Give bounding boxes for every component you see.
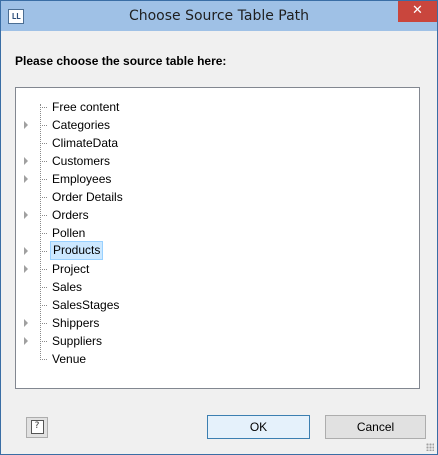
instruction-label: Please choose the source table here: xyxy=(15,54,227,68)
tree-item[interactable]: Sales xyxy=(16,278,419,296)
tree-connector xyxy=(40,179,47,180)
tree-item[interactable]: Venue xyxy=(16,350,419,368)
tree-connector xyxy=(40,161,47,162)
resize-grip-icon[interactable] xyxy=(426,443,434,451)
tree-item-label: Suppliers xyxy=(52,334,103,348)
ok-button[interactable]: OK xyxy=(207,415,310,439)
tree-item[interactable]: Customers xyxy=(16,152,419,170)
tree-connector xyxy=(40,269,47,270)
tree-item-label: Employees xyxy=(52,172,112,186)
tree-item-label: Project xyxy=(52,262,90,276)
dialog-title: Choose Source Table Path xyxy=(128,8,310,24)
tree-item[interactable]: Orders xyxy=(16,206,419,224)
expand-arrow-icon[interactable] xyxy=(24,337,28,345)
tree-item-label: Categories xyxy=(52,118,111,132)
tree-item[interactable]: Categories xyxy=(16,116,419,134)
tree-item-label: Customers xyxy=(52,154,111,168)
tree-connector xyxy=(40,305,47,306)
tree-item-label: Sales xyxy=(52,280,83,294)
tree-item[interactable]: Suppliers xyxy=(16,332,419,350)
tree-connector xyxy=(40,233,47,234)
tree-item[interactable]: Products xyxy=(16,241,419,260)
close-button[interactable]: ✕ xyxy=(398,1,437,22)
tree-item[interactable]: ClimateData xyxy=(16,134,419,152)
tree-item[interactable]: Employees xyxy=(16,170,419,188)
title-bar[interactable]: LL Choose Source Table Path ✕ xyxy=(1,1,437,31)
dialog-window: LL Choose Source Table Path ✕ Please cho… xyxy=(0,0,438,455)
tree-item[interactable]: SalesStages xyxy=(16,296,419,314)
tree-connector xyxy=(40,341,47,342)
tree-item[interactable]: Pollen xyxy=(16,224,419,242)
tree-item-label: Shippers xyxy=(52,316,100,330)
tree-connector xyxy=(40,323,47,324)
tree-connector xyxy=(40,287,47,288)
table-tree[interactable]: Free content Categories ClimateData Custome… xyxy=(15,87,420,389)
expand-arrow-icon[interactable] xyxy=(24,175,28,183)
tree-item[interactable]: Free content xyxy=(16,98,419,116)
expand-arrow-icon[interactable] xyxy=(24,319,28,327)
tree-connector xyxy=(40,359,47,360)
help-icon: ? xyxy=(30,420,44,434)
expand-arrow-icon[interactable] xyxy=(24,265,28,273)
tree-connector xyxy=(40,107,47,108)
tree-item-label: Venue xyxy=(52,352,87,366)
tree-connector xyxy=(40,215,47,216)
tree-item[interactable]: Shippers xyxy=(16,314,419,332)
help-button[interactable]: ? xyxy=(26,417,48,438)
tree-item-label: Products xyxy=(50,241,104,260)
tree-item[interactable]: Project xyxy=(16,260,419,278)
expand-arrow-icon[interactable] xyxy=(24,157,28,165)
expand-arrow-icon[interactable] xyxy=(24,121,28,129)
tree-item-label: Free content xyxy=(52,100,120,114)
tree-connector xyxy=(40,251,47,252)
tree-item-label: SalesStages xyxy=(52,298,120,312)
tree-item[interactable]: Order Details xyxy=(16,188,419,206)
cancel-button[interactable]: Cancel xyxy=(325,415,426,439)
tree-item-label: Order Details xyxy=(52,190,123,204)
tree-item-label: Pollen xyxy=(52,226,86,240)
expand-arrow-icon[interactable] xyxy=(24,211,28,219)
tree-connector xyxy=(40,197,47,198)
tree-connector xyxy=(40,125,47,126)
expand-arrow-icon[interactable] xyxy=(24,247,28,255)
tree-item-label: Orders xyxy=(52,208,89,222)
tree-connector xyxy=(40,143,47,144)
tree-item-label: ClimateData xyxy=(52,136,119,150)
